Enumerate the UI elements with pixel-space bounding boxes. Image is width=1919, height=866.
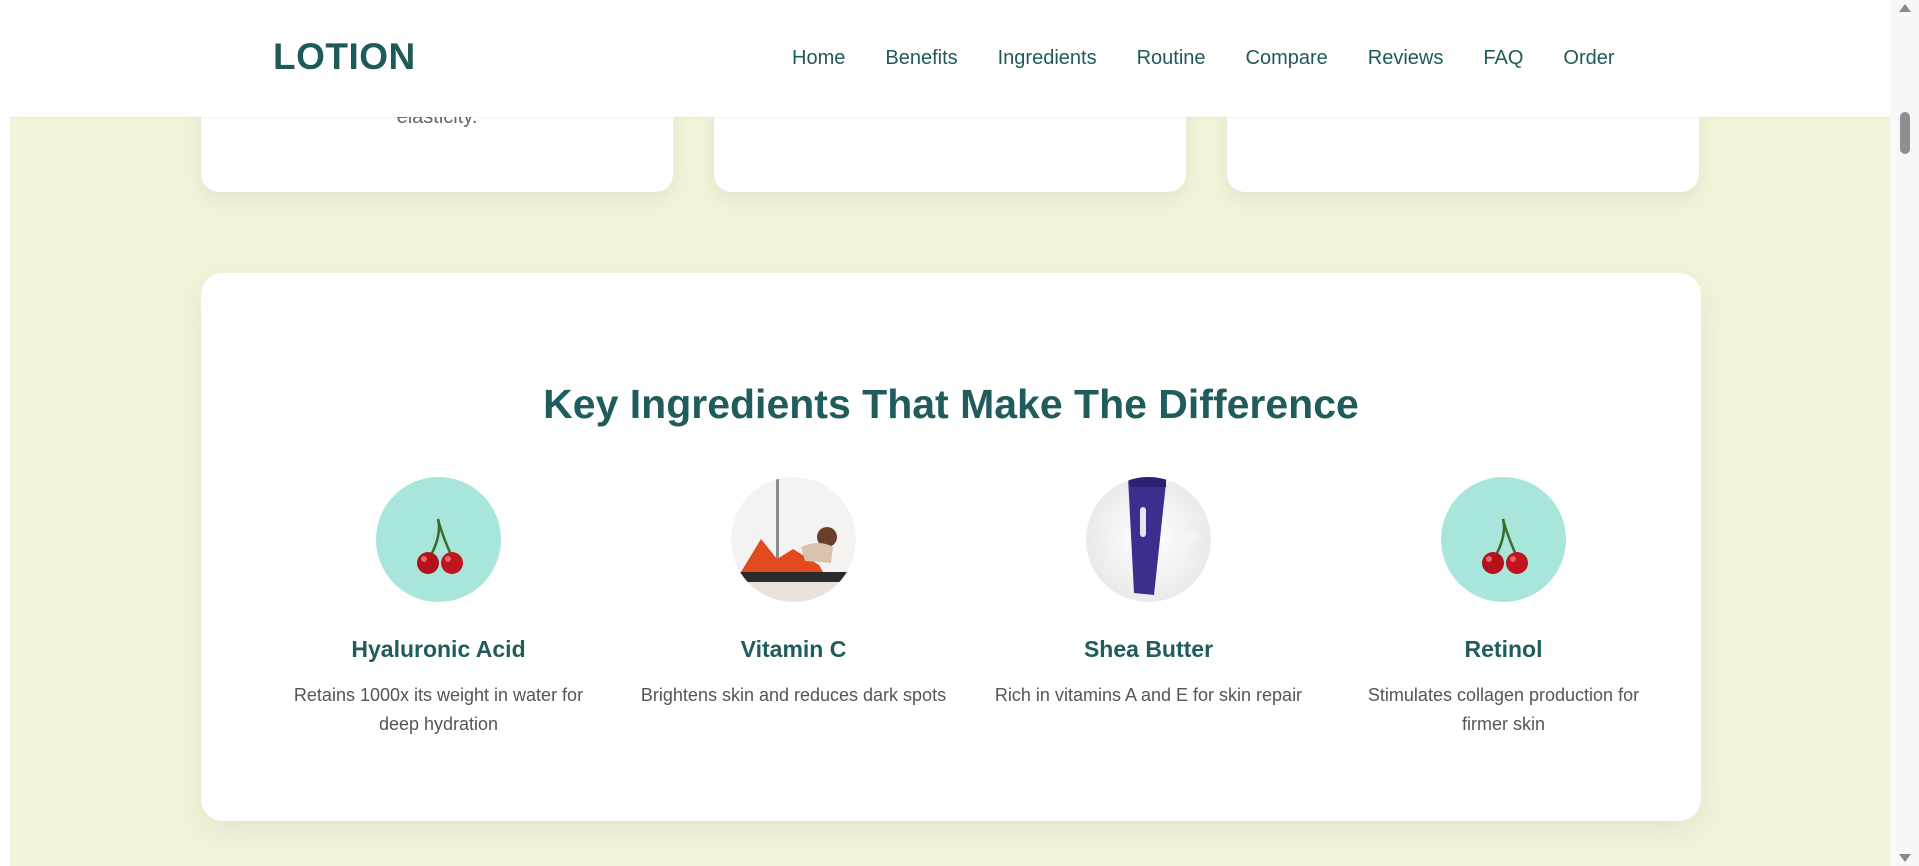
ingredient-desc: Rich in vitamins A and E for skin repair <box>994 685 1303 705</box>
page-background: elasticity. Key Ingredients That Make Th… <box>10 0 1890 866</box>
ingredient-item: Hyaluronic Acid Retains 1000x its weight… <box>261 477 616 739</box>
nav-faq[interactable]: FAQ <box>1483 47 1523 70</box>
scrollbar[interactable] <box>1890 0 1919 866</box>
nav-benefits[interactable]: Benefits <box>885 47 957 70</box>
cherries-image <box>376 477 501 602</box>
ingredient-item: Shea Butter Rich in vitamins A and E for… <box>971 477 1326 710</box>
scroll-down-icon[interactable] <box>1899 854 1911 862</box>
ingredient-desc: Stimulates collagen production for firme… <box>1367 685 1640 734</box>
section-title: Key Ingredients That Make The Difference <box>543 381 1359 427</box>
ingredient-name: Retinol <box>1464 636 1543 662</box>
ingredient-item: Vitamin C Brightens skin and reduces dar… <box>616 477 971 710</box>
lotion-tube-image <box>1086 477 1211 602</box>
nav-home[interactable]: Home <box>792 47 845 70</box>
scroll-thumb[interactable] <box>1900 112 1910 154</box>
ingredients-grid: Hyaluronic Acid Retains 1000x its weight… <box>261 477 1681 777</box>
nav-ingredients[interactable]: Ingredients <box>998 47 1097 70</box>
nav-reviews[interactable]: Reviews <box>1368 47 1444 70</box>
main-nav: Home Benefits Ingredients Routine Compar… <box>792 47 1615 70</box>
ingredient-desc: Retains 1000x its weight in water for de… <box>293 685 584 734</box>
ingredients-section: Key Ingredients That Make The Difference… <box>201 273 1701 821</box>
ingredient-name: Hyaluronic Acid <box>351 636 526 662</box>
logo[interactable]: LOTION <box>273 36 416 78</box>
nav-routine[interactable]: Routine <box>1137 47 1206 70</box>
ingredient-name: Shea Butter <box>1083 636 1214 662</box>
cherries-image <box>1441 477 1566 602</box>
ingredient-name: Vitamin C <box>740 636 847 662</box>
nav-compare[interactable]: Compare <box>1246 47 1328 70</box>
site-header: LOTION Home Benefits Ingredients Routine… <box>10 0 1890 117</box>
woman-exercise-image <box>731 477 856 602</box>
scroll-up-icon[interactable] <box>1899 4 1911 12</box>
ingredient-desc: Brightens skin and reduces dark spots <box>640 685 947 705</box>
nav-order[interactable]: Order <box>1563 47 1614 70</box>
ingredient-item: Retinol Stimulates collagen production f… <box>1326 477 1681 739</box>
